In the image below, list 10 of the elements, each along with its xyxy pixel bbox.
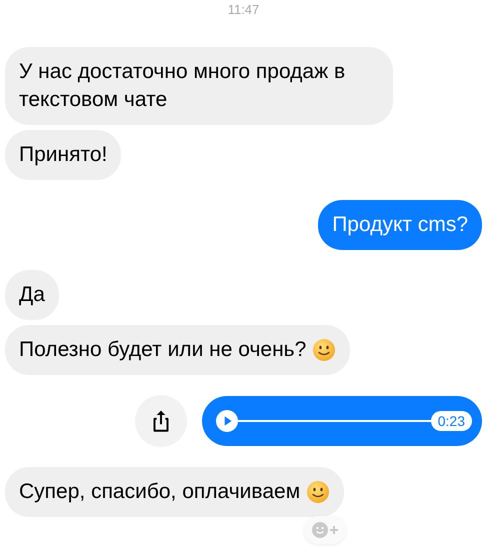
play-button[interactable]: [216, 410, 238, 432]
message-text: Принято!: [19, 142, 108, 168]
timestamp: 11:47: [228, 2, 260, 17]
message-text: Продукт cms?: [332, 212, 468, 238]
message-text: У нас достаточно много продаж в текстовом чате: [19, 59, 346, 113]
duration-label: 0:23: [430, 411, 472, 431]
message-text: Полезно будет или не очень?: [19, 337, 306, 363]
message-text: Да: [19, 282, 45, 308]
play-icon: [216, 410, 238, 432]
message-text: Супер, спасибо, оплачиваем: [19, 479, 300, 505]
